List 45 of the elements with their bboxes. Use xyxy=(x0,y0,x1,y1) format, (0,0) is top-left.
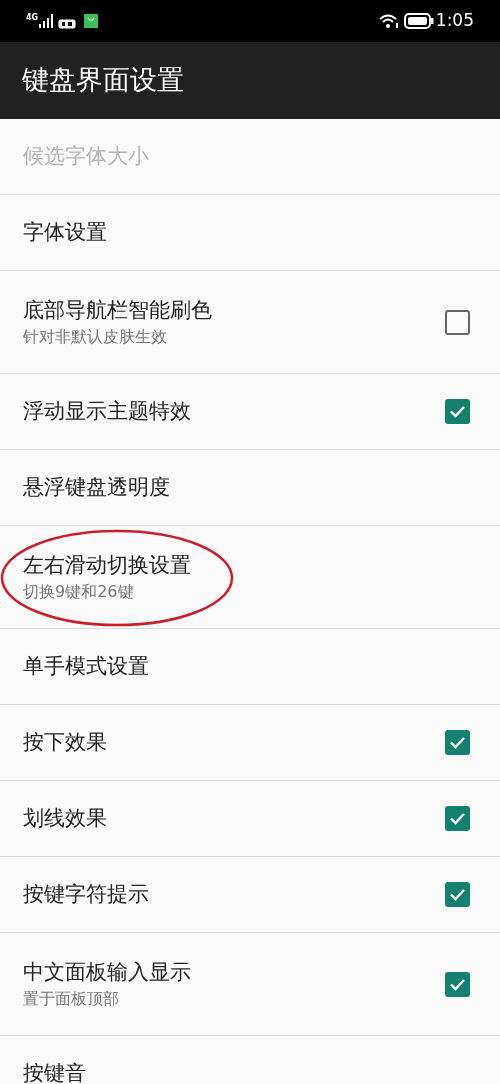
setting-summary: 切换9键和26键 xyxy=(23,582,135,603)
settings-row[interactable]: 左右滑动切换设置 切换9键和26键 xyxy=(0,526,500,629)
setting-summary: 针对非默认皮肤生效 xyxy=(23,327,168,348)
settings-row[interactable]: 划线效果 xyxy=(0,781,500,857)
setting-title: 按键音 xyxy=(23,1060,87,1084)
check-icon xyxy=(449,977,466,991)
setting-title: 划线效果 xyxy=(23,805,108,832)
setting-title: 左右滑动切换设置 xyxy=(23,551,192,579)
setting-title: 字体设置 xyxy=(23,219,108,246)
settings-row[interactable]: 按键字符提示 xyxy=(0,857,500,933)
shopping-bag-icon xyxy=(84,14,99,28)
checkbox[interactable] xyxy=(445,882,470,907)
wifi-icon xyxy=(378,13,399,29)
settings-row[interactable]: 悬浮键盘透明度 xyxy=(0,450,500,526)
settings-row[interactable]: 单手模式设置 xyxy=(0,629,500,705)
setting-title: 单手模式设置 xyxy=(23,653,150,680)
setting-title: 按键字符提示 xyxy=(23,881,150,908)
check-icon xyxy=(449,812,466,825)
checkbox[interactable] xyxy=(445,399,470,424)
settings-row[interactable]: 按键音 xyxy=(0,1036,500,1084)
settings-row[interactable]: 按下效果 xyxy=(0,705,500,781)
check-icon xyxy=(449,888,466,901)
clock-text: 1:05 xyxy=(435,9,474,33)
setting-summary: 置于面板顶部 xyxy=(23,989,120,1010)
checkbox[interactable] xyxy=(445,971,470,997)
checkbox[interactable] xyxy=(445,309,470,335)
setting-title: 悬浮键盘透明度 xyxy=(23,474,171,501)
setting-title: 中文面板输入显示 xyxy=(23,958,192,986)
settings-row[interactable]: 字体设置 xyxy=(0,195,500,271)
screen-title: 键盘界面设置 xyxy=(22,63,184,98)
checkbox[interactable] xyxy=(445,806,470,831)
check-icon xyxy=(449,405,466,418)
check-icon xyxy=(449,736,466,749)
network-label: 4G xyxy=(26,14,39,22)
settings-row[interactable]: 底部导航栏智能刷色 针对非默认皮肤生效 xyxy=(0,271,500,374)
settings-row[interactable]: 浮动显示主题特效 xyxy=(0,374,500,450)
setting-title: 按下效果 xyxy=(23,729,108,756)
hd-icon xyxy=(58,19,77,29)
setting-title: 底部导航栏智能刷色 xyxy=(23,296,213,324)
setting-title: 候选字体大小 xyxy=(23,143,150,170)
settings-row[interactable]: 中文面板输入显示 置于面板顶部 xyxy=(0,933,500,1036)
setting-title: 浮动显示主题特效 xyxy=(23,398,192,425)
battery-icon xyxy=(403,13,434,29)
checkbox[interactable] xyxy=(445,730,470,755)
signal-icon xyxy=(39,14,56,28)
